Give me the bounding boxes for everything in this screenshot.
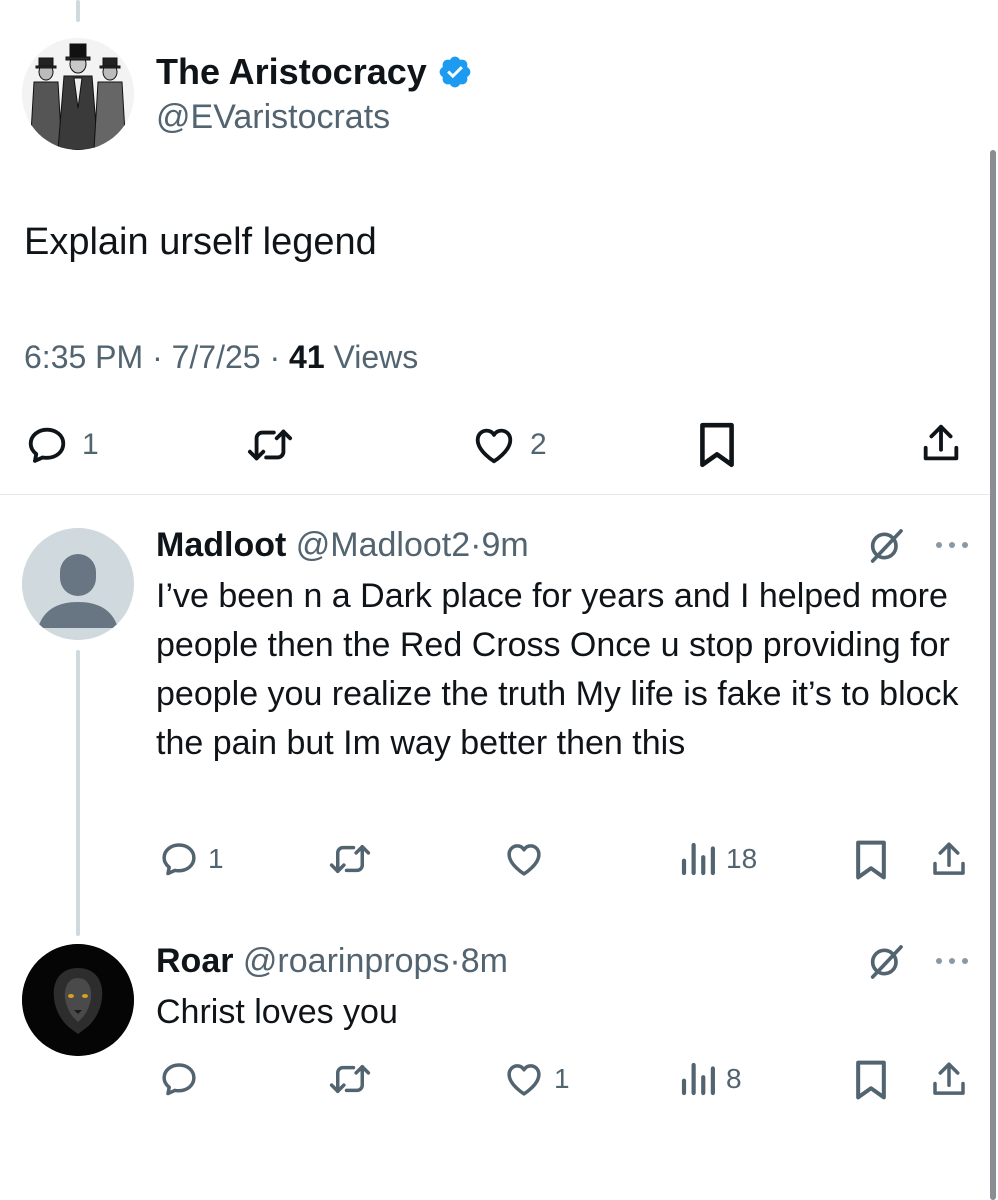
meta-separator: · bbox=[449, 942, 461, 980]
retweet-icon bbox=[326, 838, 374, 880]
reply-author-avatar[interactable] bbox=[22, 944, 134, 1056]
reply-header: Madloot @Madloot2·9m bbox=[156, 524, 529, 566]
thread-line-reply bbox=[76, 650, 80, 936]
views-chart-icon bbox=[678, 1058, 718, 1100]
reply-author-name[interactable]: Roar bbox=[156, 942, 233, 980]
main-tweet-text: Explain urself legend bbox=[24, 221, 377, 263]
reply-icon bbox=[158, 838, 200, 880]
grok-icon[interactable] bbox=[866, 942, 906, 982]
more-options-icon[interactable] bbox=[932, 538, 972, 552]
views-chart-icon bbox=[678, 838, 718, 880]
reply-retweet-button[interactable] bbox=[326, 838, 374, 880]
reply-share-button[interactable] bbox=[928, 1058, 970, 1102]
reply-author-name[interactable]: Madloot bbox=[156, 526, 286, 564]
main-author-name[interactable]: The Aristocracy bbox=[156, 50, 473, 94]
reply-like-button[interactable] bbox=[502, 838, 554, 880]
reply-reply-button[interactable]: 1 bbox=[158, 838, 224, 880]
bookmark-icon bbox=[696, 420, 738, 470]
reply-share-button[interactable] bbox=[928, 838, 970, 882]
retweet-icon bbox=[244, 422, 296, 468]
divider bbox=[0, 494, 990, 495]
main-author-name-text: The Aristocracy bbox=[156, 51, 427, 92]
reply-bookmark-button[interactable] bbox=[852, 838, 890, 882]
scrollbar[interactable] bbox=[990, 150, 996, 1200]
views-label: Views bbox=[333, 339, 419, 375]
reply-views-button[interactable]: 18 bbox=[678, 838, 757, 880]
meta-separator: · bbox=[152, 339, 163, 375]
meta-separator: · bbox=[269, 339, 281, 375]
reply-reply-count: 1 bbox=[208, 843, 224, 874]
retweet-icon bbox=[326, 1058, 374, 1100]
reply-icon bbox=[158, 1058, 200, 1100]
main-like-button[interactable]: 2 bbox=[470, 422, 547, 468]
reply-header: Roar @roarinprops·8m bbox=[156, 940, 508, 982]
main-retweet-button[interactable] bbox=[244, 422, 296, 468]
reply-like-count: 1 bbox=[554, 1063, 570, 1094]
meta-separator: · bbox=[470, 526, 482, 564]
reply-view-count: 18 bbox=[726, 843, 758, 874]
bookmark-icon bbox=[852, 838, 890, 882]
main-reply-count: 1 bbox=[82, 428, 99, 461]
tweet-date[interactable]: 7/7/25 bbox=[172, 339, 261, 375]
reply-text: I’ve been n a Dark place for years and I… bbox=[156, 577, 959, 762]
tweet-time[interactable]: 6:35 PM bbox=[24, 339, 143, 375]
thread-line-top bbox=[76, 0, 80, 22]
reply-view-count: 8 bbox=[726, 1063, 742, 1094]
reply-retweet-button[interactable] bbox=[326, 1058, 374, 1100]
main-author-handle[interactable]: @EVaristocrats bbox=[156, 96, 390, 138]
heart-icon bbox=[470, 422, 518, 468]
main-reply-button[interactable]: 1 bbox=[24, 422, 99, 468]
views-count: 41 bbox=[289, 339, 325, 375]
reply-views-button[interactable]: 8 bbox=[678, 1058, 742, 1100]
main-like-count: 2 bbox=[530, 428, 547, 461]
reply-author-avatar[interactable] bbox=[22, 528, 134, 640]
reply-time[interactable]: 8m bbox=[461, 942, 508, 980]
more-options-icon[interactable] bbox=[932, 954, 972, 968]
reply-time[interactable]: 9m bbox=[481, 526, 528, 564]
reply-author-handle[interactable]: @roarinprops bbox=[243, 942, 450, 980]
reply-author-handle[interactable]: @Madloot2 bbox=[296, 526, 470, 564]
tweet-meta: 6:35 PM · 7/7/25 · 41 Views bbox=[24, 336, 418, 378]
reply-like-button[interactable]: 1 bbox=[502, 1058, 570, 1100]
verified-badge-icon bbox=[437, 54, 473, 90]
main-author-avatar[interactable] bbox=[22, 38, 134, 150]
share-icon bbox=[918, 420, 964, 468]
grok-icon[interactable] bbox=[866, 526, 906, 566]
reply-icon bbox=[24, 422, 70, 468]
reply-text: Christ loves you bbox=[156, 993, 398, 1031]
heart-icon bbox=[502, 838, 546, 880]
share-icon bbox=[928, 838, 970, 882]
main-bookmark-button[interactable] bbox=[696, 420, 738, 470]
main-share-button[interactable] bbox=[918, 420, 964, 468]
bookmark-icon bbox=[852, 1058, 890, 1102]
share-icon bbox=[928, 1058, 970, 1102]
reply-bookmark-button[interactable] bbox=[852, 1058, 890, 1102]
reply-reply-button[interactable] bbox=[158, 1058, 208, 1100]
heart-icon bbox=[502, 1058, 546, 1100]
